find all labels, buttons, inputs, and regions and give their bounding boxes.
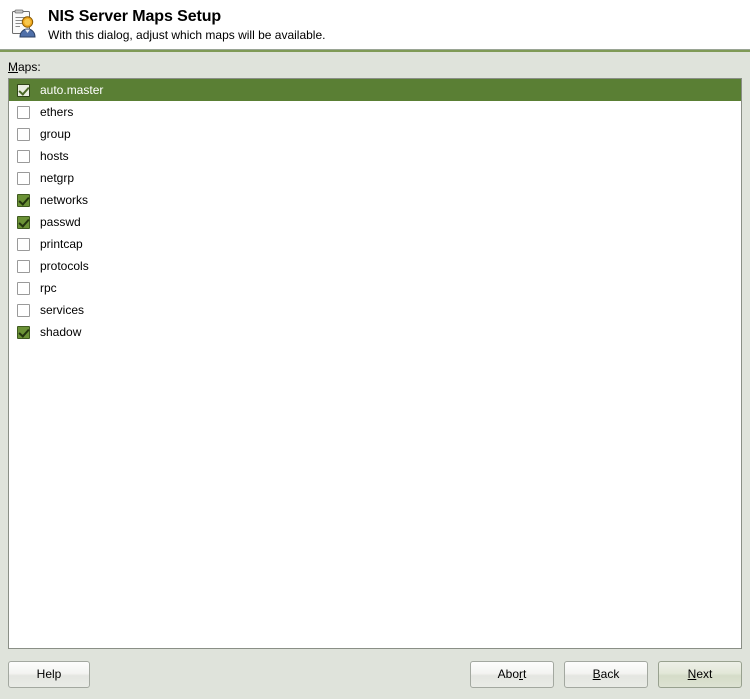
abort-button[interactable]: Abort xyxy=(470,661,554,688)
map-list-item[interactable]: ethers xyxy=(9,101,741,123)
map-list-item[interactable]: group xyxy=(9,123,741,145)
map-name-label: auto.master xyxy=(30,79,103,101)
map-name-label: ethers xyxy=(30,101,73,123)
map-name-label: group xyxy=(30,123,71,145)
map-list-item[interactable]: services xyxy=(9,299,741,321)
dialog-header: NIS Server Maps Setup With this dialog, … xyxy=(0,0,750,50)
map-list-item[interactable]: netgrp xyxy=(9,167,741,189)
map-checkbox[interactable] xyxy=(17,150,30,163)
page-subtitle: With this dialog, adjust which maps will… xyxy=(48,27,325,43)
help-button[interactable]: Help xyxy=(8,661,90,688)
header-text-block: NIS Server Maps Setup With this dialog, … xyxy=(40,7,325,43)
map-list-item[interactable]: networks xyxy=(9,189,741,211)
map-checkbox[interactable] xyxy=(17,216,30,229)
map-name-label: netgrp xyxy=(30,167,74,189)
map-name-label: networks xyxy=(30,189,88,211)
map-name-label: services xyxy=(30,299,84,321)
map-list-item[interactable]: auto.master xyxy=(9,79,741,101)
map-checkbox[interactable] xyxy=(17,172,30,185)
maps-label-accel: M xyxy=(8,60,18,74)
map-list-item[interactable]: protocols xyxy=(9,255,741,277)
map-list-item[interactable]: hosts xyxy=(9,145,741,167)
maps-list: auto.masterethersgrouphostsnetgrpnetwork… xyxy=(9,79,741,343)
maps-listbox[interactable]: auto.masterethersgrouphostsnetgrpnetwork… xyxy=(8,78,742,649)
map-checkbox[interactable] xyxy=(17,260,30,273)
map-checkbox[interactable] xyxy=(17,282,30,295)
map-list-item[interactable]: printcap xyxy=(9,233,741,255)
map-checkbox[interactable] xyxy=(17,326,30,339)
abort-button-label: Abort xyxy=(498,668,527,680)
help-button-label: Help xyxy=(37,668,62,680)
maps-label-rest: aps: xyxy=(18,60,41,74)
map-checkbox[interactable] xyxy=(17,194,30,207)
map-list-item[interactable]: passwd xyxy=(9,211,741,233)
map-checkbox[interactable] xyxy=(17,128,30,141)
header-content: NIS Server Maps Setup With this dialog, … xyxy=(0,7,750,43)
map-name-label: printcap xyxy=(30,233,83,255)
dialog-body: Maps: auto.masterethersgrouphostsnetgrpn… xyxy=(0,52,750,649)
map-name-label: protocols xyxy=(30,255,89,277)
dialog-button-bar: Help Abort Back Next xyxy=(0,649,750,699)
map-name-label: passwd xyxy=(30,211,81,233)
map-name-label: hosts xyxy=(30,145,69,167)
map-checkbox[interactable] xyxy=(17,84,30,97)
map-list-item[interactable]: shadow xyxy=(9,321,741,343)
map-checkbox[interactable] xyxy=(17,238,30,251)
page-title: NIS Server Maps Setup xyxy=(48,7,325,26)
map-checkbox[interactable] xyxy=(17,106,30,119)
maps-label: Maps: xyxy=(8,60,742,75)
nis-server-maps-icon xyxy=(8,8,40,40)
next-button[interactable]: Next xyxy=(658,661,742,688)
back-button-label: Back xyxy=(593,668,620,680)
map-list-item[interactable]: rpc xyxy=(9,277,741,299)
map-name-label: shadow xyxy=(30,321,81,343)
next-button-label: Next xyxy=(688,668,713,680)
back-button[interactable]: Back xyxy=(564,661,648,688)
map-checkbox[interactable] xyxy=(17,304,30,317)
map-name-label: rpc xyxy=(30,277,57,299)
